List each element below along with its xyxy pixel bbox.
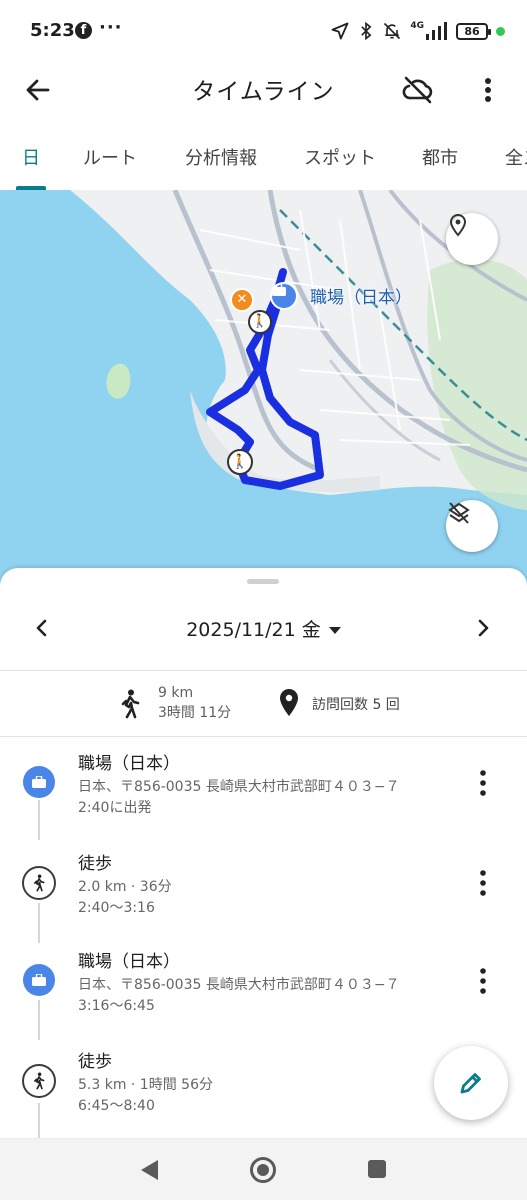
tab-insights[interactable]: 分析情報 [185,144,257,170]
item-address: 日本、〒856-0035 長崎県大村市武部町４０３−７ [78,977,400,993]
walk-icon[interactable]: 🚶 [227,449,253,475]
cloud-off-icon[interactable] [400,72,436,108]
date-selector: 2025/11/21 金 [0,608,527,648]
walk-icon [121,689,140,719]
edit-button[interactable] [434,1046,508,1120]
item-time: 2:40に出発 [78,800,152,816]
item-time: 2:40〜3:16 [78,900,155,916]
more-vert-icon[interactable] [470,966,496,996]
bell-off-icon [384,22,401,40]
privacy-dot [496,26,505,36]
item-distance: 2.0 km · 36分 [78,879,172,895]
tab-spots[interactable]: スポット [304,144,376,170]
timeline-connector [38,1000,40,1040]
layers-button[interactable] [446,500,498,552]
timeline-connector [38,800,40,840]
pencil-icon [460,1073,481,1094]
status-more: ··· [99,17,123,38]
item-title: 職場（日本） [78,754,180,774]
item-title: 徒歩 [78,854,112,874]
walk-icon[interactable]: 🚶 [248,310,272,334]
more-vert-icon[interactable] [470,868,496,898]
more-vert-icon[interactable] [474,74,502,106]
network-label: 4G [410,21,424,31]
item-title: 職場（日本） [78,952,180,972]
facebook-icon: f [75,22,92,39]
day-summary: 9 km 3時間 11分 訪問回数 5 回 [0,671,527,737]
signal-icon [426,22,447,40]
battery-level: 86 [464,24,480,38]
nav-home-icon[interactable] [250,1157,276,1183]
date-label: 2025/11/21 金 [186,619,321,641]
layers-off-icon [448,502,470,524]
chevron-down-icon [328,627,341,634]
item-time: 6:45〜8:40 [78,1098,155,1114]
tab-route[interactable]: ルート [83,144,137,170]
chevron-right-icon[interactable] [469,614,497,642]
summary-visits: 訪問回数 5 回 [312,697,400,713]
walk-icon [22,866,56,900]
timeline-connector [38,903,40,943]
tab-bar: 日 ルート 分析情報 スポット 都市 全ス [0,130,527,190]
item-address: 日本、〒856-0035 長崎県大村市武部町４０３−７ [78,779,400,795]
item-distance: 5.3 km · 1時間 56分 [78,1077,213,1093]
summary-distance: 9 km [158,685,194,701]
item-time: 3:16〜6:45 [78,998,155,1014]
nav-back-icon[interactable] [138,1158,160,1182]
location-button[interactable] [446,213,498,265]
summary-distance-duration: 9 km 3時間 11分 [158,683,231,723]
more-vert-icon[interactable] [470,768,496,798]
nav-recents-icon[interactable] [368,1160,386,1178]
item-title: 徒歩 [78,1052,112,1072]
work-briefcase-icon[interactable] [270,282,298,310]
location-arrow-icon [331,22,349,40]
status-icons: 4G 86 [330,18,505,44]
map-place-label: 職場（日本） [310,288,412,308]
page-title: タイムライン [192,79,335,105]
status-time: 5:23 [30,20,75,41]
bluetooth-icon [361,21,372,41]
system-nav-bar [0,1138,527,1200]
location-pin-icon [449,213,467,237]
summary-duration: 3時間 11分 [158,705,232,721]
tab-day[interactable]: 日 [22,144,40,170]
restaurant-icon[interactable]: ✕ [230,288,254,312]
date-dropdown[interactable]: 2025/11/21 金 [0,615,527,642]
status-bar: 5:23 f ··· 4G 86 [0,0,527,62]
divider [0,736,527,737]
location-pin-icon [280,689,298,716]
app-bar: タイムライン [0,62,527,120]
battery-icon: 86 [456,22,491,40]
map-view[interactable]: ✕ 🚶 🚶 職場（日本） [0,190,527,590]
walk-icon [22,1064,56,1098]
timeline-connector [38,1103,40,1138]
tab-cities[interactable]: 都市 [422,144,458,170]
work-briefcase-icon [23,766,55,798]
drag-handle[interactable] [247,579,279,584]
work-briefcase-icon [23,964,55,996]
tab-all[interactable]: 全ス [505,144,527,170]
